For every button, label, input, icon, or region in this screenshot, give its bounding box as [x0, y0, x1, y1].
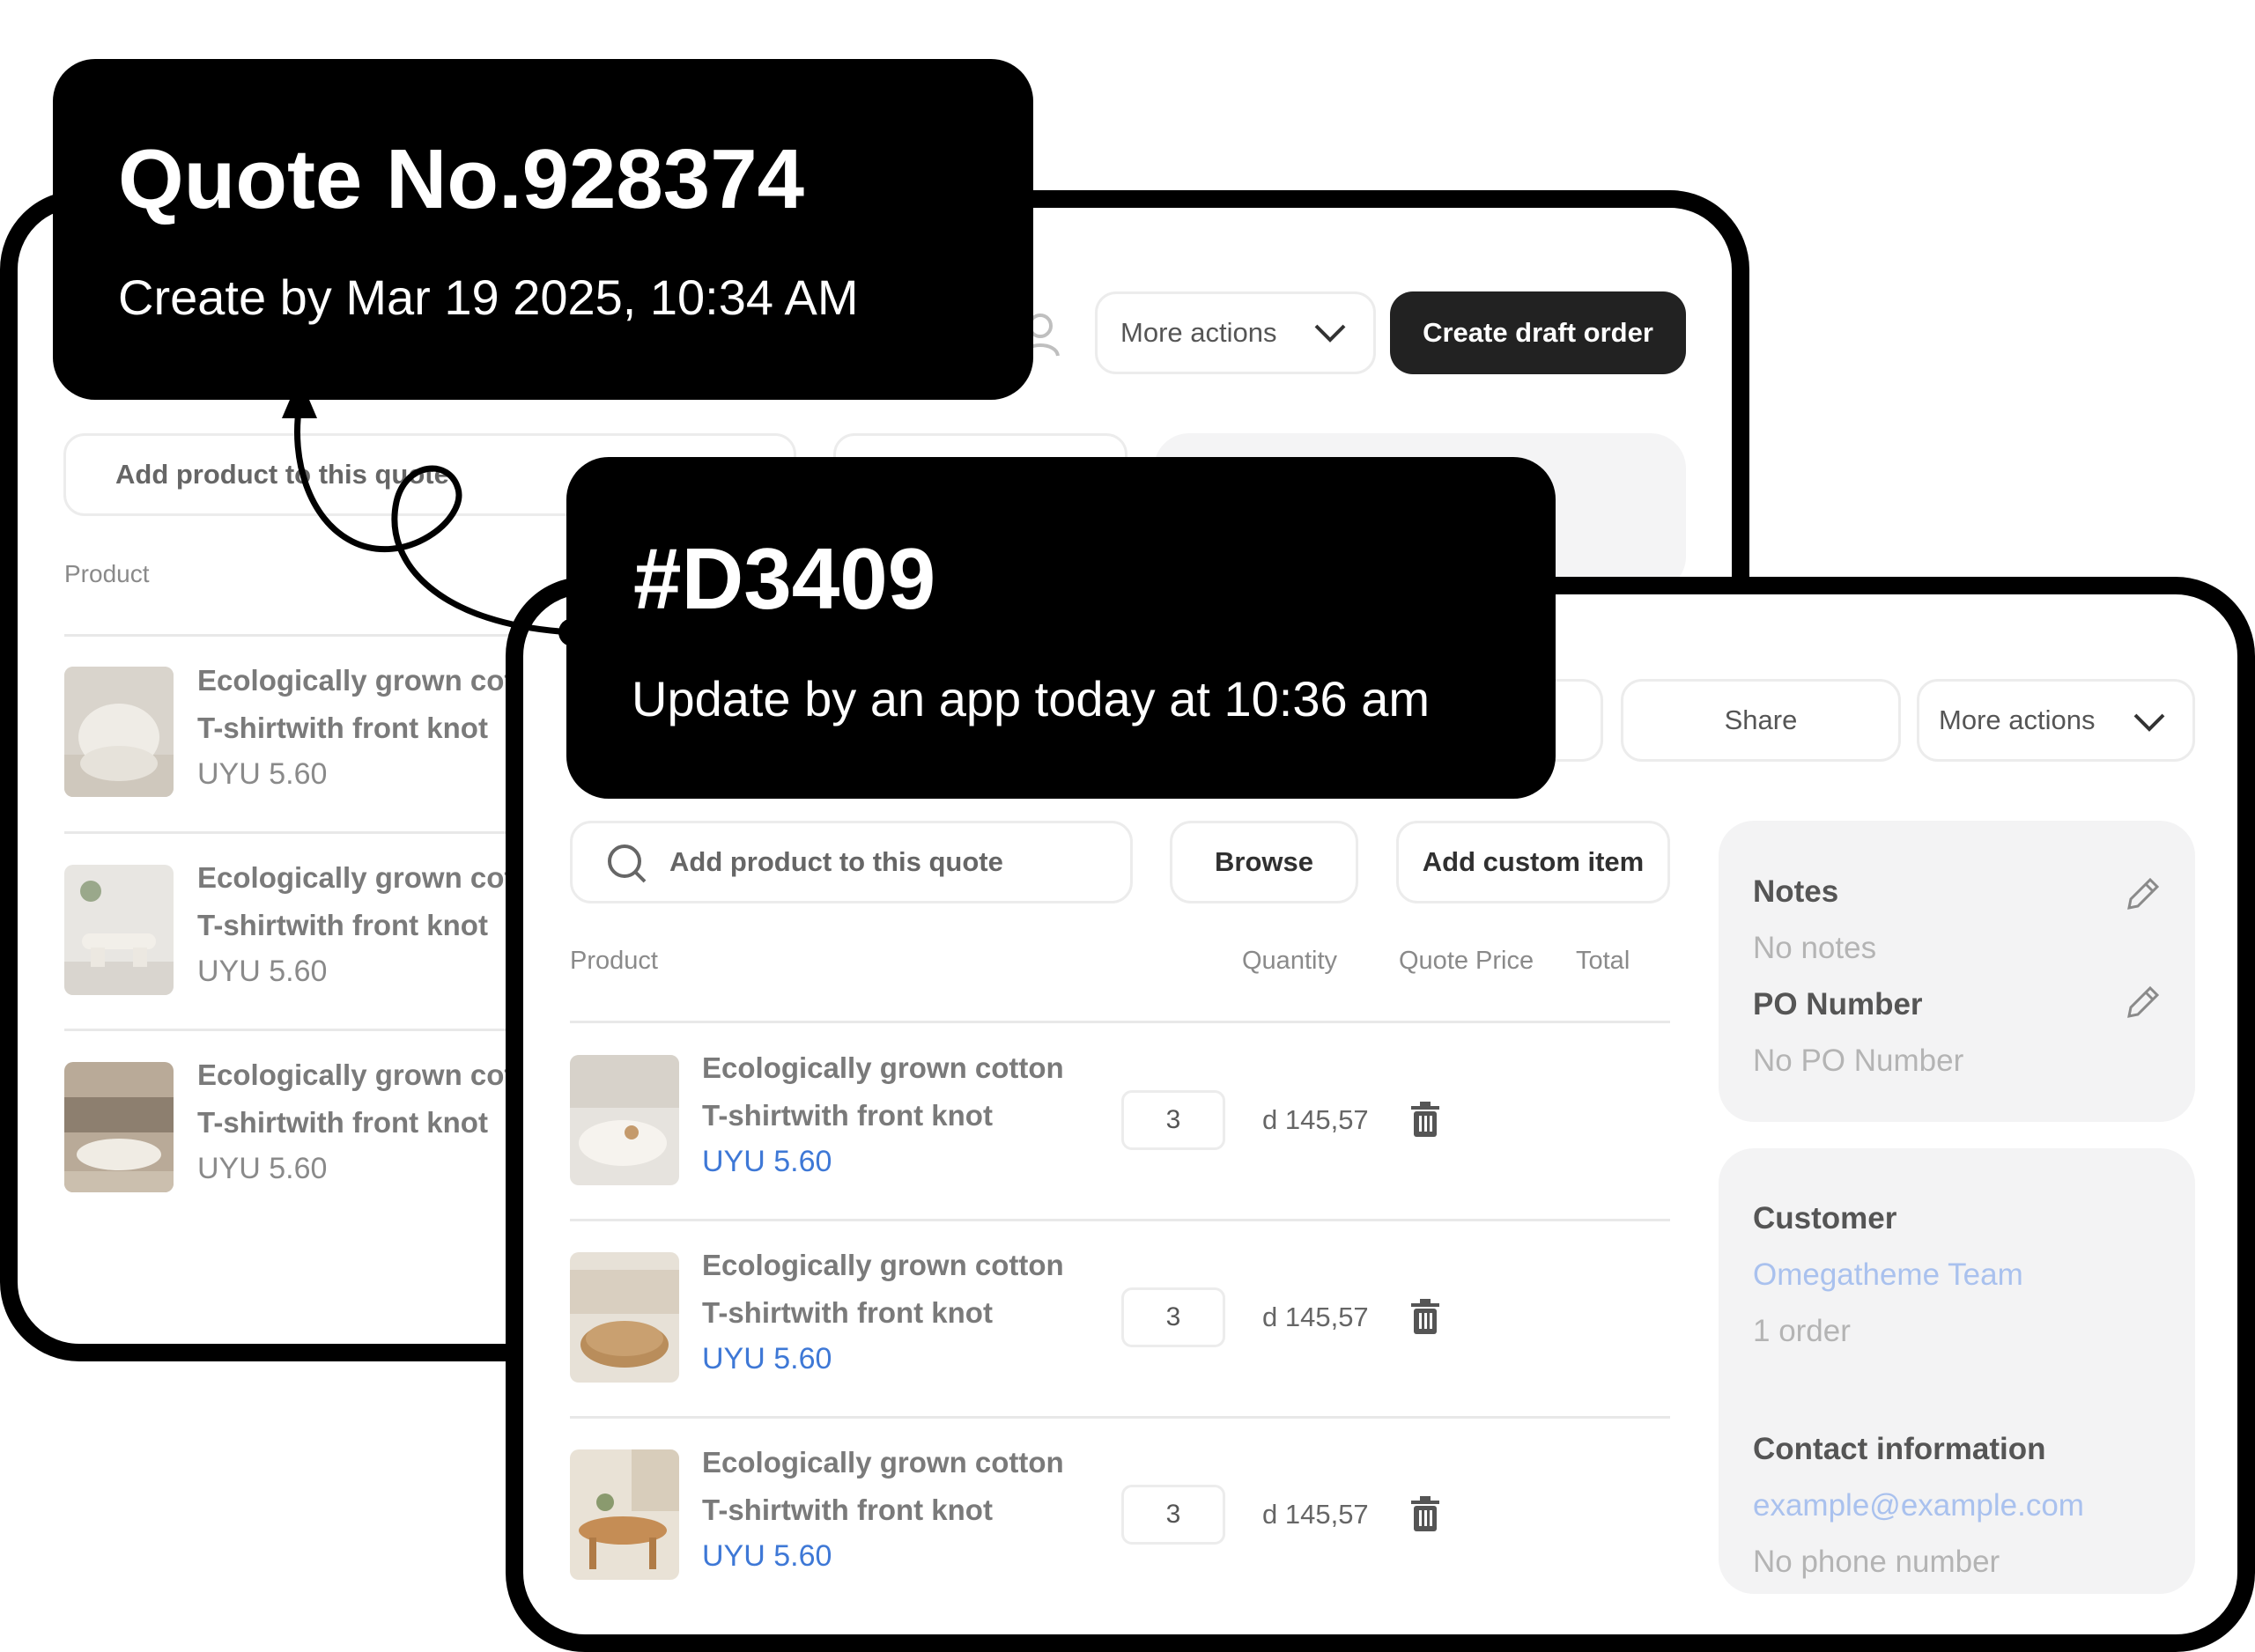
- draft-order-callout: #D3409 Update by an app today at 10:36 a…: [566, 457, 1556, 799]
- search-placeholder: Add product to this quote: [669, 846, 1003, 877]
- more-actions-dropdown[interactable]: More actions: [1095, 291, 1376, 374]
- product-title: Ecologically grown cotton: [702, 1051, 1064, 1084]
- contact-information-label: Contact information: [1753, 1432, 2046, 1466]
- search-input[interactable]: Add product to this quote: [570, 821, 1133, 903]
- product-thumbnail: [64, 1062, 174, 1192]
- quantity-input[interactable]: 3: [1121, 1485, 1225, 1545]
- product-title: Ecologically grown cotton: [702, 1446, 1064, 1479]
- product-price: UYU 5.60: [702, 1342, 832, 1375]
- browse-label: Browse: [1215, 846, 1313, 877]
- connector-arrow: [282, 377, 587, 646]
- more-actions-label: More actions: [1939, 704, 2096, 735]
- trash-icon[interactable]: [1409, 1102, 1441, 1141]
- notes-label: Notes: [1753, 874, 1839, 909]
- product-thumbnail: [570, 1252, 679, 1383]
- quote-number-callout: Quote No.928374 Create by Mar 19 2025, 1…: [53, 59, 1033, 400]
- total-column-header: Total: [1576, 947, 1630, 975]
- quote-created-date: Create by Mar 19 2025, 10:34 AM: [118, 269, 859, 325]
- product-subtitle: T-shirtwith front knot: [702, 1493, 993, 1526]
- row-divider: [570, 1416, 1670, 1419]
- product-price: UYU 5.60: [702, 1145, 832, 1178]
- add-custom-item-button[interactable]: Add custom item: [1396, 821, 1670, 903]
- quote-number-title: Quote No.928374: [118, 132, 804, 226]
- customer-name-link[interactable]: Omegatheme Team: [1753, 1257, 2023, 1293]
- share-label: Share: [1724, 704, 1798, 735]
- quote-price: d 145,57: [1262, 1302, 1369, 1332]
- quote-price: d 145,57: [1262, 1104, 1369, 1135]
- quantity-input[interactable]: 3: [1121, 1287, 1225, 1347]
- quantity-input[interactable]: 3: [1121, 1090, 1225, 1150]
- chevron-down-icon: [1313, 321, 1347, 352]
- product-thumbnail: [64, 865, 174, 995]
- browse-button[interactable]: Browse: [1170, 821, 1358, 903]
- draft-updated-date: Update by an app today at 10:36 am: [632, 671, 1430, 726]
- quote-price: d 145,57: [1262, 1499, 1369, 1530]
- product-column-header: Product: [64, 560, 150, 587]
- row-divider: [64, 831, 522, 834]
- contact-phone: No phone number: [1753, 1545, 2000, 1579]
- po-number-label: PO Number: [1753, 987, 1923, 1021]
- product-subtitle: T-shirtwith front knot: [702, 1099, 993, 1132]
- product-thumbnail: [570, 1055, 679, 1185]
- product-price: UYU 5.60: [702, 1539, 832, 1573]
- product-title: Ecologically grown cott: [197, 1058, 524, 1091]
- quote-price-column-header: Quote Price: [1399, 947, 1534, 975]
- chevron-down-icon: [2133, 710, 2166, 741]
- po-number-value: No PO Number: [1753, 1044, 1964, 1078]
- trash-icon[interactable]: [1409, 1496, 1441, 1536]
- product-price: UYU 5.60: [197, 1152, 328, 1185]
- add-custom-item-label: Add custom item: [1422, 846, 1645, 877]
- product-price: UYU 5.60: [197, 955, 328, 988]
- product-subtitle: T-shirtwith front knot: [197, 909, 488, 941]
- product-column-header: Product: [570, 947, 658, 975]
- row-divider: [570, 1219, 1670, 1221]
- row-divider: [64, 1029, 522, 1031]
- notes-value: No notes: [1753, 931, 1877, 965]
- quantity-column-header: Quantity: [1242, 947, 1337, 975]
- more-actions-label: More actions: [1120, 317, 1277, 348]
- edit-pencil-icon[interactable]: [2126, 985, 2161, 1024]
- customer-label: Customer: [1753, 1201, 1897, 1235]
- product-thumbnail: [64, 667, 174, 797]
- trash-icon[interactable]: [1409, 1299, 1441, 1339]
- product-subtitle: T-shirtwith front knot: [197, 712, 488, 744]
- row-divider: [570, 1021, 1670, 1023]
- create-draft-order-button[interactable]: Create draft order: [1390, 291, 1686, 374]
- product-price: UYU 5.60: [197, 757, 328, 791]
- product-subtitle: T-shirtwith front knot: [702, 1296, 993, 1329]
- draft-order-number: #D3409: [633, 530, 936, 627]
- search-icon: [606, 843, 648, 892]
- product-subtitle: T-shirtwith front knot: [197, 1106, 488, 1139]
- share-button[interactable]: Share: [1621, 679, 1901, 762]
- contact-email-link[interactable]: example@example.com: [1753, 1488, 2084, 1523]
- product-title: Ecologically grown cott: [197, 861, 524, 894]
- edit-pencil-icon[interactable]: [2126, 876, 2161, 916]
- more-actions-dropdown[interactable]: More actions: [1917, 679, 2195, 762]
- customer-orders: 1 order: [1753, 1314, 1851, 1348]
- product-thumbnail: [570, 1449, 679, 1580]
- create-draft-order-label: Create draft order: [1423, 317, 1653, 348]
- product-title: Ecologically grown cotton: [702, 1249, 1064, 1281]
